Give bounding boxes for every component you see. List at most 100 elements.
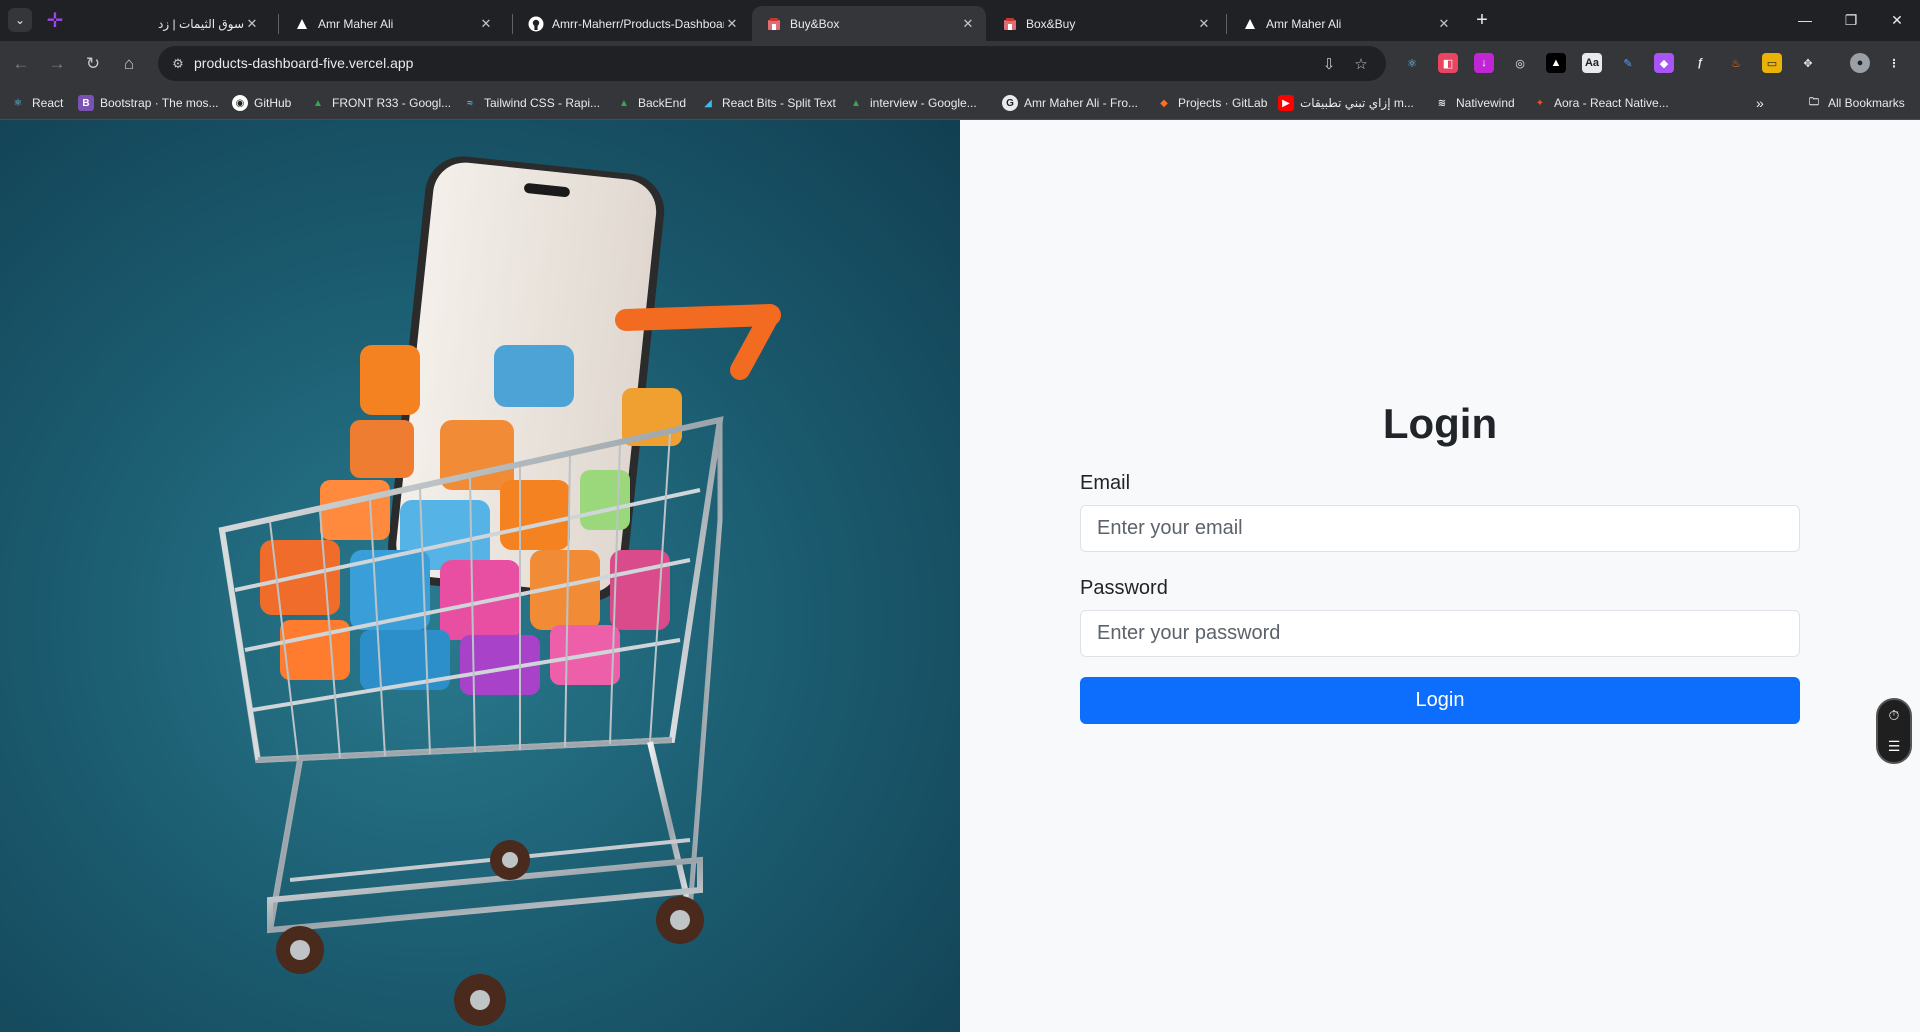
all-bookmarks-label: All Bookmarks [1828, 96, 1905, 110]
address-bar[interactable]: ⚙ products-dashboard-five.vercel.app ⇩ ☆ [158, 46, 1386, 81]
timer-icon[interactable]: ⏱ [1889, 707, 1900, 724]
tab-title: Amr Maher Ali [1266, 16, 1342, 31]
page-content: Login Email Password Login ⏱ ☰ [0, 120, 1920, 1032]
tab-zid-themes[interactable]: سوق الثيمات | زد ✕ [140, 6, 270, 41]
menu-dots-icon[interactable]: ⋮ [1884, 53, 1904, 73]
bookmark-tailwind[interactable]: ≈ Tailwind CSS - Rapi... [462, 93, 600, 113]
profile-avatar[interactable]: ● [1850, 53, 1870, 73]
email-field[interactable] [1080, 505, 1800, 552]
bookmark-label: Amr Maher Ali - Fro... [1024, 96, 1139, 110]
bookmark-label: إزاي تبني تطبيقات m... [1300, 96, 1414, 110]
bookmark-aora[interactable]: ✦ Aora - React Native... [1532, 93, 1669, 113]
react-bits-icon: ◢ [704, 97, 712, 109]
react-devtools-icon[interactable]: ⚛ [1402, 53, 1422, 73]
github-icon: ◉ [232, 95, 248, 111]
vercel-icon [1242, 16, 1258, 32]
hero-image [0, 120, 960, 1032]
close-icon[interactable]: ✕ [1436, 16, 1452, 32]
bookmark-label: Aora - React Native... [1554, 96, 1669, 110]
bookmarks-bar: ⚛ React B Bootstrap · The mos... ◉ GitHub ▲… [0, 86, 1920, 120]
tab-search-icon[interactable]: ⌄ [8, 8, 32, 32]
bookmark-backend[interactable]: ▲ BackEnd [616, 93, 686, 113]
nativewind-icon: ≋ [1437, 97, 1447, 109]
bookmark-label: FRONT R33 - Googl... [332, 96, 452, 110]
yellow-extension-icon[interactable]: ▭ [1762, 53, 1782, 73]
vercel-icon [294, 16, 310, 32]
close-icon[interactable]: ✕ [478, 16, 494, 32]
close-icon[interactable]: ✕ [960, 16, 976, 32]
bookmark-github[interactable]: ◉ GitHub [232, 93, 291, 113]
side-widget[interactable]: ⏱ ☰ [1876, 698, 1912, 764]
bookmark-front-r33[interactable]: ▲ FRONT R33 - Googl... [310, 93, 451, 113]
minimize-icon[interactable]: — [1782, 0, 1828, 40]
flame-extension-icon[interactable]: ♨ [1726, 53, 1746, 73]
download-extension-icon[interactable]: ↓ [1474, 53, 1494, 73]
bookmark-nativewind[interactable]: ≋ Nativewind [1434, 93, 1515, 113]
bookmark-label: interview - Google... [870, 96, 977, 110]
bookmark-amr-maher-ali[interactable]: G Amr Maher Ali - Fro... [1002, 93, 1138, 113]
menu-icon[interactable]: ☰ [1888, 738, 1901, 755]
bookmark-label: React Bits - Split Text [722, 96, 836, 110]
bookmark-star-icon[interactable]: ☆ [1350, 53, 1372, 75]
tab-github-repo[interactable]: Amrr-Maherr/Products-Dashboard ✕ [514, 6, 750, 41]
new-tab-button[interactable]: + [1470, 8, 1494, 32]
extension-icon[interactable]: ◧ [1438, 53, 1458, 73]
tab-amr-maher-ali[interactable]: Amr Maher Ali ✕ [280, 6, 504, 41]
url-text[interactable]: products-dashboard-five.vercel.app [194, 55, 413, 71]
folder-icon: 🗀 [1809, 96, 1819, 108]
bookmark-label: Bootstrap · The mos... [100, 96, 219, 110]
bookmark-interview[interactable]: ▲ interview - Google... [848, 93, 977, 113]
github-icon [528, 16, 544, 32]
bookmark-label: React [32, 96, 64, 110]
site-info-icon[interactable]: ⚙ [168, 54, 188, 74]
password-label: Password [1080, 577, 1168, 599]
google-drive-icon: ▲ [313, 97, 323, 109]
tab-strip: ⌄ ✛ سوق الثيمات | زد ✕ Amr Maher Ali ✕ A… [0, 0, 1920, 41]
color-picker-icon[interactable]: ✎ [1618, 53, 1638, 73]
youtube-icon: ▶ [1278, 95, 1294, 111]
forward-icon[interactable]: → [42, 49, 72, 79]
shopping-cart-illustration [218, 156, 781, 1026]
google-drive-icon: ▲ [619, 97, 629, 109]
portfolio-icon: G [1002, 95, 1018, 111]
close-icon[interactable]: ✕ [244, 16, 260, 32]
tab-title: Amr Maher Ali [318, 16, 394, 31]
close-icon[interactable]: ✕ [724, 16, 740, 32]
bookmark-react[interactable]: ⚛ React [10, 93, 64, 113]
login-button[interactable]: Login [1080, 677, 1800, 724]
tab-separator [1226, 14, 1227, 34]
tab-title: سوق الثيمات | زد [158, 16, 244, 31]
restore-icon[interactable]: ❐ [1828, 0, 1874, 40]
close-icon[interactable]: ✕ [1196, 16, 1212, 32]
bookmarks-overflow-icon[interactable]: » [1756, 93, 1764, 113]
back-icon[interactable]: ← [6, 49, 36, 79]
tab-amr-maher-ali-2[interactable]: Amr Maher Ali ✕ [1228, 6, 1462, 41]
install-app-icon[interactable]: ⇩ [1318, 53, 1340, 75]
purple-extension-icon[interactable]: ◆ [1654, 53, 1674, 73]
bookmark-label: Nativewind [1456, 96, 1515, 110]
bookmark-youtube[interactable]: ▶ إزاي تبني تطبيقات m... [1278, 93, 1414, 113]
target-extension-icon[interactable]: ◎ [1510, 53, 1530, 73]
home-icon[interactable]: ⌂ [114, 49, 144, 79]
password-field[interactable] [1080, 610, 1800, 657]
reload-icon[interactable]: ↻ [78, 49, 108, 79]
tab-title: Amrr-Maherr/Products-Dashboard [552, 16, 724, 31]
google-drive-icon: ▲ [851, 97, 861, 109]
bootstrap-icon: B [78, 95, 94, 111]
extensions-puzzle-icon[interactable]: ✥ [1798, 53, 1818, 73]
dictionary-extension-icon[interactable]: Aa [1582, 53, 1602, 73]
bookmark-react-bits[interactable]: ◢ React Bits - Split Text [700, 93, 836, 113]
bookmark-bootstrap[interactable]: B Bootstrap · The mos... [78, 93, 219, 113]
bookmark-gitlab[interactable]: ◆ Projects · GitLab [1156, 93, 1267, 113]
font-extension-icon[interactable]: ƒ [1690, 53, 1710, 73]
gitlab-icon: ◆ [1160, 97, 1168, 109]
tab-box-and-buy[interactable]: Box&Buy ✕ [988, 6, 1222, 41]
tab-buy-and-box[interactable]: Buy&Box ✕ [752, 6, 986, 41]
tab-separator [512, 14, 513, 34]
bookmark-label: BackEnd [638, 96, 687, 110]
close-window-icon[interactable]: ✕ [1874, 0, 1920, 40]
login-form: Login Email Password Login [1080, 400, 1800, 724]
all-bookmarks-button[interactable]: 🗀 All Bookmarks [1806, 93, 1905, 113]
vercel-extension-icon[interactable]: ▲ [1546, 53, 1566, 73]
tab-group-icon[interactable]: ✛ [44, 9, 66, 32]
